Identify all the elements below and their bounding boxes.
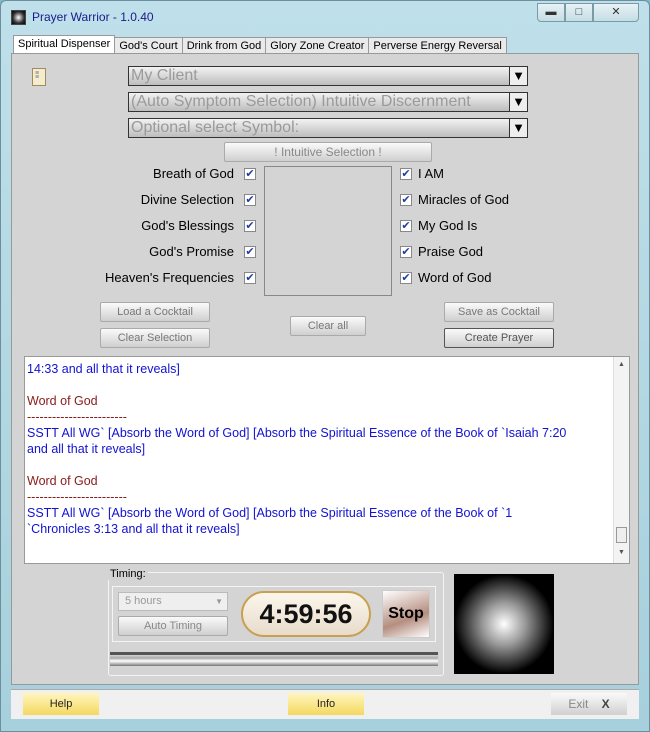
checkbox[interactable]: ✔ <box>244 272 256 284</box>
auto-timing-button[interactable]: Auto Timing <box>118 616 228 636</box>
clear-all-button[interactable]: Clear all <box>290 316 366 336</box>
output-line: SSTT All WG` [Absorb the Word of God] [A… <box>27 506 513 520</box>
checkbox[interactable]: ✔ <box>244 246 256 258</box>
tab-drink-from-god[interactable]: Drink from God <box>181 37 267 54</box>
client-value: My Client <box>131 67 198 84</box>
title-bar: Prayer Warrior - 1.0.40 <box>11 8 154 26</box>
clear-selection-button[interactable]: Clear Selection <box>100 328 210 348</box>
checkbox[interactable]: ✔ <box>244 168 256 180</box>
maximize-button[interactable]: □ <box>565 3 593 22</box>
chevron-down-icon: ▼ <box>509 119 527 137</box>
client-select[interactable]: My Client ▼ <box>128 66 528 86</box>
prayer-output[interactable]: 14:33 and all that it reveals] Word of Go… <box>24 356 630 564</box>
check-label: I AM <box>418 166 445 181</box>
output-line: and all that it reveals] <box>27 442 146 456</box>
output-line: 14:33 and all that it reveals] <box>27 362 180 376</box>
symbol-select[interactable]: Optional select Symbol: ▼ <box>128 118 528 138</box>
output-line: ------------------------ <box>27 410 127 424</box>
footer-bar: Help Info Exit X <box>11 689 639 719</box>
symptom-select[interactable]: (Auto Symptom Selection) Intuitive Disce… <box>128 92 528 112</box>
output-line: Word of God <box>27 474 98 488</box>
check-label: Praise God <box>418 244 484 259</box>
timing-label: Timing: <box>108 568 148 580</box>
spiritual-dispenser-panel: ≡ ≡ My Client ▼ (Auto Symptom Selection) I… <box>11 53 639 685</box>
checkbox[interactable]: ✔ <box>400 194 412 206</box>
check-label: Divine Selection <box>140 192 234 207</box>
exit-label: Exit <box>568 697 589 711</box>
close-x-icon: X <box>601 697 610 711</box>
progress-bar <box>110 652 438 666</box>
scrollbar-thumb[interactable] <box>616 527 627 543</box>
output-line: Word of God <box>27 394 98 408</box>
symbol-value: Optional select Symbol: <box>131 119 300 136</box>
app-icon <box>11 9 26 25</box>
countdown-clock: 4:59:56 <box>241 591 371 637</box>
checkbox[interactable]: ✔ <box>400 246 412 258</box>
checkbox[interactable]: ✔ <box>400 272 412 284</box>
check-label: God's Blessings <box>141 218 234 233</box>
create-prayer-button[interactable]: Create Prayer <box>444 328 554 348</box>
symptom-value: (Auto Symptom Selection) Intuitive Disce… <box>131 93 471 110</box>
exit-button[interactable]: Exit X <box>551 693 627 715</box>
output-line: ------------------------ <box>27 490 127 504</box>
scrollbar[interactable]: ▲ ▼ <box>613 357 629 563</box>
checkbox[interactable]: ✔ <box>400 220 412 232</box>
orb-image <box>454 574 554 674</box>
save-cocktail-button[interactable]: Save as Cocktail <box>444 302 554 322</box>
check-label: My God Is <box>418 218 478 233</box>
chevron-down-icon: ▼ <box>215 597 223 606</box>
help-button[interactable]: Help <box>23 693 99 715</box>
check-label: Miracles of God <box>418 192 510 207</box>
stop-button[interactable]: Stop <box>382 590 430 638</box>
minimize-button[interactable]: ▬ <box>537 3 565 22</box>
check-label: Heaven's Frequencies <box>105 270 234 285</box>
checkbox[interactable]: ✔ <box>244 220 256 232</box>
close-button[interactable]: ✕ <box>593 3 639 22</box>
tab-spiritual-dispenser[interactable]: Spiritual Dispenser <box>13 35 116 54</box>
tab-perverse-energy-reversal[interactable]: Perverse Energy Reversal <box>368 37 507 54</box>
info-button[interactable]: Info <box>288 693 364 715</box>
tab-glory-zone-creator[interactable]: Glory Zone Creator <box>265 37 370 54</box>
load-cocktail-button[interactable]: Load a Cocktail <box>100 302 210 322</box>
output-line: SSTT All WG` [Absorb the Word of God] [A… <box>27 426 567 440</box>
intuitive-selection-button[interactable]: ! Intuitive Selection ! <box>224 142 432 162</box>
check-label: Breath of God <box>153 166 234 181</box>
checkbox[interactable]: ✔ <box>400 168 412 180</box>
window-title: Prayer Warrior - 1.0.40 <box>32 10 154 24</box>
chevron-down-icon: ▼ <box>509 93 527 111</box>
check-label: Word of God <box>418 270 492 285</box>
duration-select[interactable]: 5 hours ▼ <box>118 592 228 611</box>
checkbox[interactable]: ✔ <box>244 194 256 206</box>
chevron-down-icon: ▼ <box>509 67 527 85</box>
check-label: God's Promise <box>149 244 234 259</box>
selection-box <box>264 166 392 296</box>
output-line: `Chronicles 3:13 and all that it reveals… <box>27 522 240 536</box>
app-window: Prayer Warrior - 1.0.40 ▬ □ ✕ Spiritual Di… <box>0 0 650 732</box>
tab-god-s-court[interactable]: God's Court <box>114 37 183 54</box>
duration-value: 5 hours <box>125 595 162 607</box>
clipboard-icon[interactable]: ≡ ≡ <box>32 68 46 86</box>
